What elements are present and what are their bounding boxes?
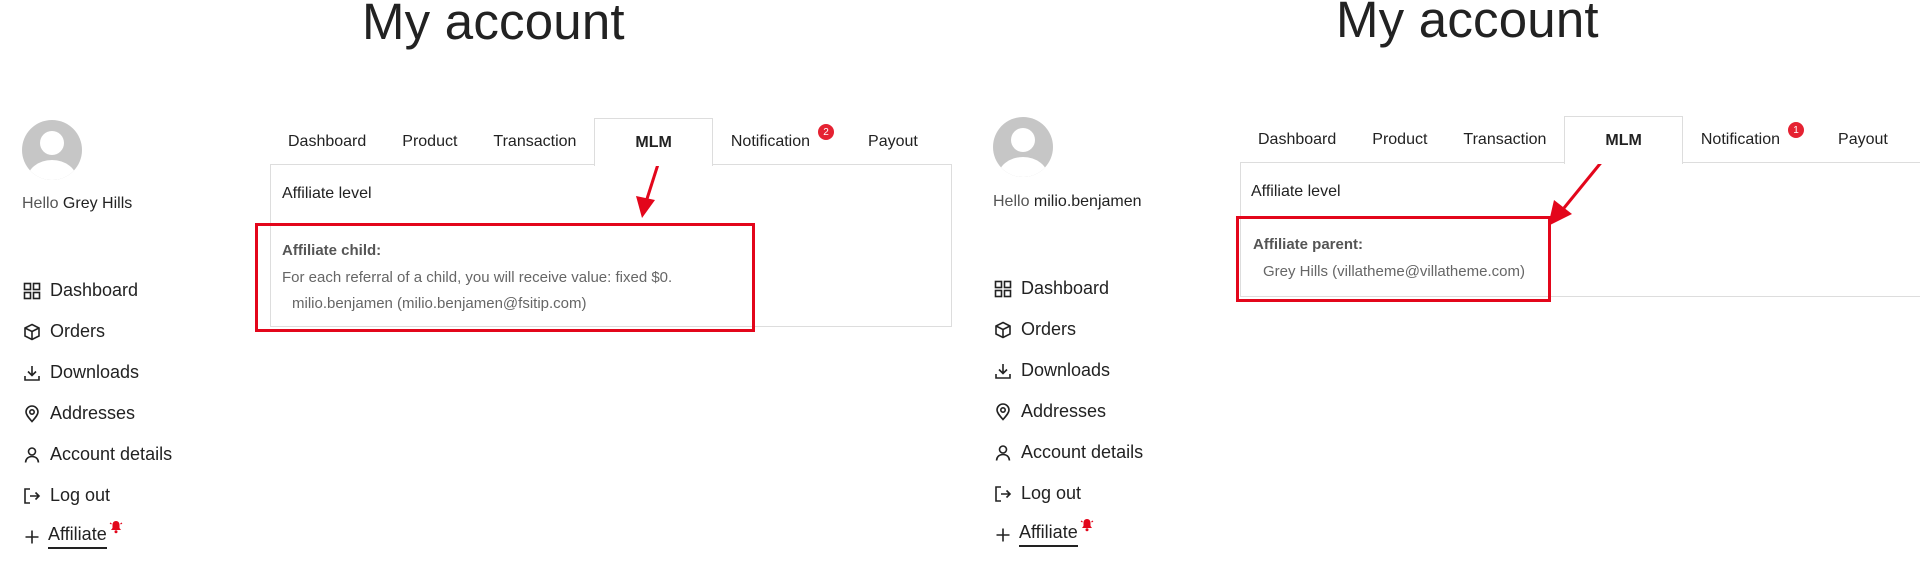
tab-payout[interactable]: Payout — [1808, 116, 1918, 163]
nav-item-downloads[interactable]: Downloads — [22, 352, 172, 393]
account-tabs: Dashboard Product Transaction MLM Notifi… — [270, 118, 948, 166]
box-icon — [993, 320, 1013, 340]
map-pin-icon — [993, 402, 1013, 422]
tab-product[interactable]: Product — [1354, 116, 1445, 163]
greeting: Hello Grey Hills — [22, 195, 132, 213]
tab-payout[interactable]: Payout — [838, 118, 948, 165]
tab-mlm[interactable]: MLM — [1564, 116, 1683, 164]
red-arrow-icon — [636, 157, 662, 218]
account-navigation: Dashboard Orders Downloads Addresses Acc… — [993, 268, 1143, 555]
nav-label: Log out — [50, 485, 111, 505]
username: milio.benjamen — [1033, 193, 1142, 210]
greeting-label: Hello — [993, 193, 1030, 210]
nav-item-addresses[interactable]: Addresses — [993, 391, 1143, 432]
dashboard-icon — [22, 281, 42, 301]
dashboard-icon — [993, 279, 1013, 299]
nav-item-downloads[interactable]: Downloads — [993, 350, 1143, 391]
plus-icon — [22, 527, 42, 547]
page-title: My account — [362, 0, 625, 50]
notification-badge: 2 — [818, 124, 835, 140]
download-icon — [993, 361, 1013, 381]
user-icon — [22, 445, 42, 465]
page-title: My account — [1336, 0, 1599, 48]
tab-transaction[interactable]: Transaction — [475, 118, 594, 165]
bell-icon — [109, 518, 123, 539]
logout-icon — [993, 484, 1013, 504]
nav-item-log-out[interactable]: Log out — [993, 473, 1143, 514]
nav-item-addresses[interactable]: Addresses — [22, 393, 172, 434]
tab-dashboard[interactable]: Dashboard — [1240, 116, 1354, 163]
avatar — [993, 117, 1053, 177]
logout-icon — [22, 486, 42, 506]
affiliate-level-label: Affiliate level — [1251, 183, 1341, 200]
nav-label: Addresses — [50, 403, 136, 423]
nav-item-log-out[interactable]: Log out — [22, 475, 172, 516]
nav-label: Downloads — [1021, 360, 1111, 380]
tab-notification-label: Notification — [730, 132, 811, 150]
nav-label: Downloads — [50, 362, 140, 382]
nav-label: Affiliate — [1019, 522, 1078, 547]
plus-icon — [993, 525, 1013, 545]
nav-item-affiliate[interactable]: Affiliate — [22, 516, 172, 557]
nav-item-orders[interactable]: Orders — [993, 309, 1143, 350]
account-tabs: Dashboard Product Transaction MLM Notifi… — [1240, 116, 1918, 164]
download-icon — [22, 363, 42, 383]
nav-item-account-details[interactable]: Account details — [993, 432, 1143, 473]
account-navigation: Dashboard Orders Downloads Addresses Acc… — [22, 270, 172, 557]
affiliate-child-member: milio.benjamen (milio.benjamen@fsitip.co… — [292, 295, 587, 312]
nav-label: Dashboard — [50, 280, 139, 300]
nav-label: Dashboard — [1021, 278, 1110, 298]
nav-label: Affiliate — [48, 524, 107, 549]
nav-label: Addresses — [1021, 401, 1107, 421]
tab-notification-label: Notification — [1700, 130, 1781, 148]
right-account-panel: My account Hello milio.benjamen Dashboar… — [970, 0, 1920, 571]
nav-item-account-details[interactable]: Account details — [22, 434, 172, 475]
tab-notification[interactable]: Notification 2 — [713, 118, 838, 165]
nav-label: Orders — [50, 321, 106, 341]
nav-item-orders[interactable]: Orders — [22, 311, 172, 352]
username: Grey Hills — [62, 195, 133, 212]
affiliate-parent-title: Affiliate parent: — [1253, 236, 1364, 253]
nav-label: Orders — [1021, 319, 1077, 339]
nav-item-dashboard[interactable]: Dashboard — [22, 270, 172, 311]
affiliate-child-description: For each referral of a child, you will r… — [282, 269, 673, 286]
bell-icon — [1080, 516, 1094, 537]
affiliate-parent-highlight: Affiliate parent: Grey Hills (villatheme… — [1236, 216, 1551, 302]
nav-label: Account details — [50, 444, 173, 464]
nav-label: Account details — [1021, 442, 1144, 462]
tab-product[interactable]: Product — [384, 118, 475, 165]
greeting: Hello milio.benjamen — [993, 193, 1142, 211]
notification-badge: 1 — [1788, 122, 1805, 138]
tab-notification[interactable]: Notification 1 — [1683, 116, 1808, 163]
affiliate-child-highlight: Affiliate child: For each referral of a … — [255, 223, 755, 332]
avatar — [22, 120, 82, 180]
map-pin-icon — [22, 404, 42, 424]
affiliate-parent-member: Grey Hills (villatheme@villatheme.com) — [1263, 263, 1525, 280]
left-account-panel: My account Hello Grey Hills Dashboard Or… — [0, 0, 960, 571]
nav-item-dashboard[interactable]: Dashboard — [993, 268, 1143, 309]
box-icon — [22, 322, 42, 342]
user-icon — [993, 443, 1013, 463]
nav-label: Log out — [1021, 483, 1082, 503]
affiliate-child-title: Affiliate child: — [282, 242, 382, 259]
greeting-label: Hello — [22, 195, 59, 212]
nav-item-affiliate[interactable]: Affiliate — [993, 514, 1143, 555]
tab-dashboard[interactable]: Dashboard — [270, 118, 384, 165]
tab-mlm[interactable]: MLM — [594, 118, 713, 166]
affiliate-level-label: Affiliate level — [282, 185, 372, 202]
